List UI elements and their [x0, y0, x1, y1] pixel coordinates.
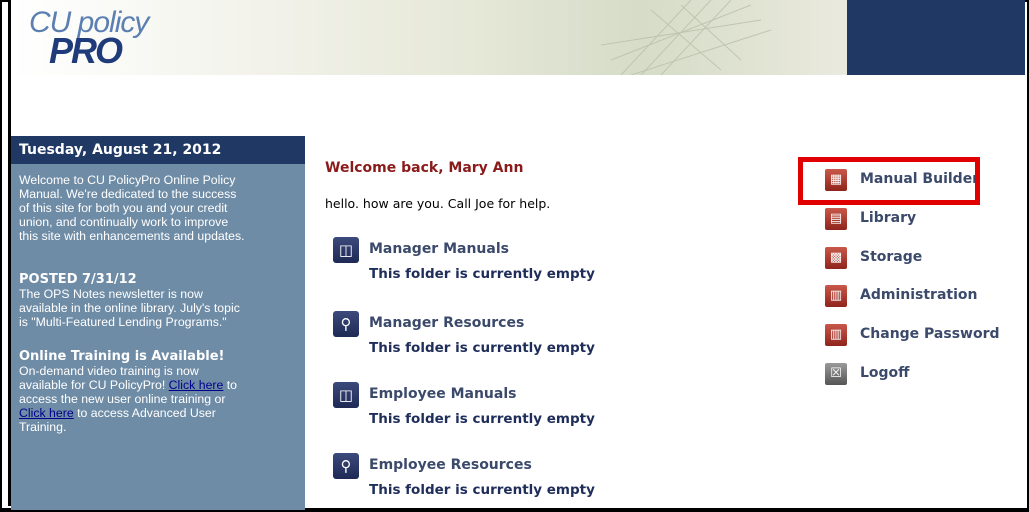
posted-line: The OPS Notes newsletter is now [19, 287, 203, 301]
intro-line: this site with enhancements and updates. [19, 229, 245, 243]
folder-label[interactable]: Manager Manuals [369, 241, 509, 257]
intro-text: Welcome to CU PolicyPro Online Policy Ma… [11, 173, 305, 243]
nav-label[interactable]: Logoff [860, 365, 910, 381]
posted-title: POSTED 7/31/12 [19, 272, 137, 287]
folder-status: This folder is currently empty [369, 482, 595, 498]
nav-label[interactable]: Storage [860, 249, 922, 265]
highlight-box [798, 157, 980, 205]
nav-label[interactable]: Administration [860, 287, 977, 303]
resource-icon: ⚲ [333, 453, 359, 479]
header-graphic [601, 0, 772, 75]
storage-icon: ▩ [825, 247, 847, 269]
training-line: to access Advanced User [73, 406, 216, 420]
welcome-heading: Welcome back, Mary Ann [325, 160, 524, 176]
logo-text-bottom: PRO [49, 30, 123, 71]
posted-text: The OPS Notes newsletter is now availabl… [11, 287, 305, 329]
welcome-message: hello. how are you. Call Joe for help. [325, 196, 551, 211]
intro-line: of this site for both you and your credi… [19, 201, 228, 215]
folder-status: This folder is currently empty [369, 340, 595, 356]
intro-line: Welcome to CU PolicyPro Online Policy [19, 173, 236, 187]
intro-line: Manual. We're dedicated to the success [19, 187, 237, 201]
training-line: available for CU PolicyPro! [19, 378, 169, 392]
nav-label[interactable]: Library [860, 210, 916, 226]
posted-line: is "Multi-Featured Lending Programs." [19, 315, 227, 329]
folder-label[interactable]: Employee Manuals [369, 386, 516, 402]
header-banner: CU policy PRO [11, 0, 1025, 75]
new-user-training-link[interactable]: Click here [169, 378, 224, 392]
folder-label[interactable]: Employee Resources [369, 457, 532, 473]
folder-status: This folder is currently empty [369, 411, 595, 427]
administration-icon: ▥ [825, 285, 847, 307]
date-bar: Tuesday, August 21, 2012 [11, 136, 305, 164]
folder-status: This folder is currently empty [369, 266, 595, 282]
intro-line: union, and continually work to improve [19, 215, 229, 229]
training-title: Online Training is Available! [19, 349, 225, 364]
change-password-icon: ▥ [825, 324, 847, 346]
manual-icon: ◫ [333, 382, 359, 408]
logoff-icon: ☒ [825, 363, 847, 385]
training-text: On-demand video training is now availabl… [11, 364, 305, 434]
folder-label[interactable]: Manager Resources [369, 315, 524, 331]
advanced-training-link[interactable]: Click here [19, 406, 74, 420]
resource-icon: ⚲ [333, 311, 359, 337]
training-line: to [223, 378, 238, 392]
manual-icon: ◫ [333, 237, 359, 263]
training-line: access the new user online training or [19, 392, 226, 406]
posted-line: available in the online library. July's … [19, 301, 240, 315]
header-navy-block [847, 0, 1025, 75]
training-line: Training. [19, 420, 67, 434]
sidebar-news: Tuesday, August 21, 2012 Welcome to CU P… [11, 136, 305, 510]
nav-label[interactable]: Change Password [860, 326, 1000, 342]
library-icon: ▤ [825, 208, 847, 230]
training-line: On-demand video training is now [19, 364, 199, 378]
